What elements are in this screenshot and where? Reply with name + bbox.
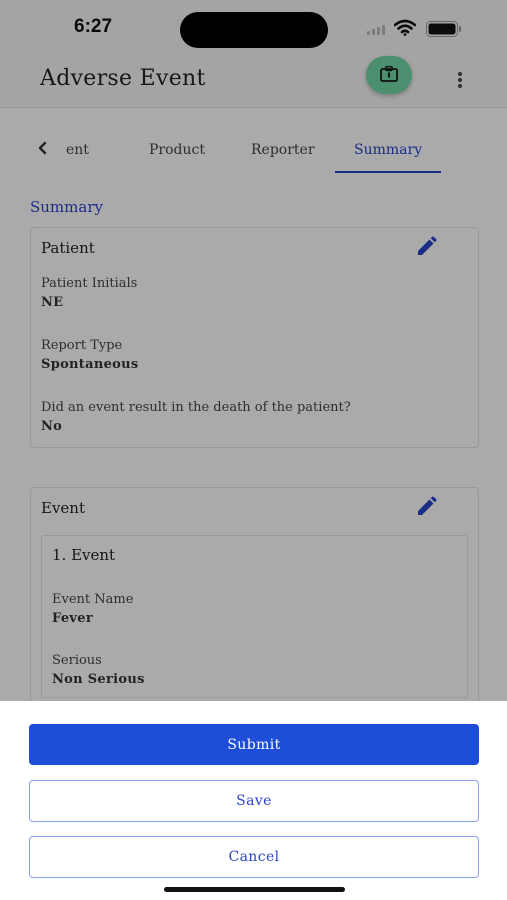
- action-sheet: Submit Save Cancel: [0, 701, 507, 900]
- cancel-button[interactable]: Cancel: [29, 836, 479, 878]
- home-indicator: [164, 887, 345, 892]
- modal-backdrop[interactable]: [0, 0, 507, 701]
- save-button[interactable]: Save: [29, 780, 479, 822]
- submit-button[interactable]: Submit: [29, 724, 479, 765]
- page: 6:27 Adverse Event ent Product Reporter …: [0, 0, 507, 900]
